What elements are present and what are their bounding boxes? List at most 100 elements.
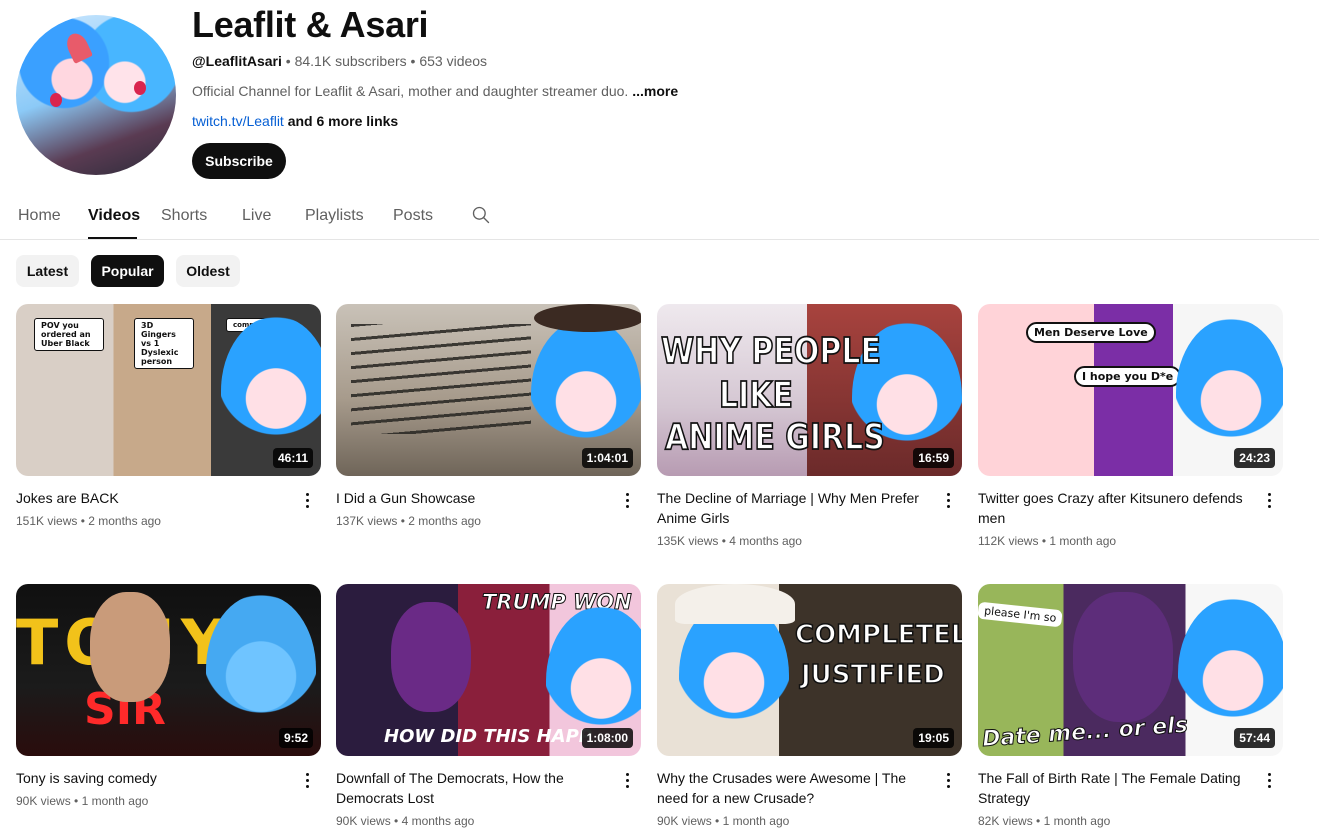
- kebab-menu-icon[interactable]: [1261, 490, 1277, 510]
- view-count: 135K views: [657, 534, 719, 548]
- stats-separator: •: [390, 814, 402, 828]
- stats-separator: •: [77, 514, 89, 528]
- search-icon[interactable]: [471, 205, 491, 225]
- video-title[interactable]: Twitter goes Crazy after Kitsunero defen…: [978, 488, 1248, 528]
- kebab-menu-icon[interactable]: [1261, 770, 1277, 790]
- video-card[interactable]: COMPLETELY JUSTIFIED 19:05 Why the Crusa…: [657, 584, 962, 828]
- upload-age: 1 month ago: [1049, 534, 1117, 548]
- video-thumbnail[interactable]: please I'm so Date me... or els 57:44: [978, 584, 1283, 756]
- tab-videos[interactable]: Videos: [88, 207, 140, 225]
- video-card[interactable]: TONY SIR 9:52 Tony is saving comedy 90K …: [16, 584, 321, 808]
- stats-separator: •: [718, 534, 730, 548]
- stats-separator: •: [711, 814, 723, 828]
- view-count: 112K views: [978, 534, 1039, 548]
- video-title[interactable]: Downfall of The Democrats, How the Democ…: [336, 768, 606, 808]
- avatar-eye: [50, 93, 62, 107]
- video-thumbnail[interactable]: WHY PEOPLE LIKE ANIME GIRLS 16:59: [657, 304, 962, 476]
- thumb-headline: WHY PEOPLE: [660, 330, 881, 374]
- view-count: 151K views: [16, 514, 78, 528]
- gun-wall-art: [351, 324, 531, 434]
- chip-latest[interactable]: Latest: [16, 255, 79, 287]
- upload-age: 2 months ago: [408, 514, 481, 528]
- chip-popular[interactable]: Popular: [91, 255, 164, 287]
- thumb-headline: JUSTIFIED: [800, 659, 945, 691]
- tab-posts[interactable]: Posts: [393, 207, 433, 225]
- view-count: 90K views: [336, 814, 391, 828]
- channel-tabs: Home Videos Shorts Live Playlists Posts: [0, 193, 1319, 240]
- channel-description[interactable]: Official Channel for Leaflit & Asari, mo…: [192, 83, 678, 99]
- video-thumbnail[interactable]: POV you ordered an Uber Black 3D Gingers…: [16, 304, 321, 476]
- twitch-link[interactable]: twitch.tv/Leaflit: [192, 113, 284, 129]
- person-face: [90, 592, 170, 702]
- tab-shorts[interactable]: Shorts: [161, 207, 207, 225]
- kebab-menu-icon[interactable]: [940, 770, 956, 790]
- video-title[interactable]: I Did a Gun Showcase: [336, 488, 606, 508]
- kebab-menu-icon[interactable]: [299, 490, 315, 510]
- upload-age: 1 month ago: [1043, 814, 1111, 828]
- thumb-caption: POV you ordered an Uber Black: [34, 318, 104, 351]
- video-stats: 90K views • 1 month ago: [16, 794, 321, 808]
- avatar-eye: [134, 81, 146, 95]
- video-thumbnail[interactable]: COMPLETELY JUSTIFIED 19:05: [657, 584, 962, 756]
- channel-handle: @LeaflitAsari: [192, 53, 282, 69]
- video-duration: 9:52: [278, 728, 313, 748]
- video-title[interactable]: The Fall of Birth Rate | The Female Dati…: [978, 768, 1248, 808]
- video-thumbnail[interactable]: 1:04:01: [336, 304, 641, 476]
- video-thumbnail[interactable]: TRUMP WON HOW DID THIS HAPP 1:08:00: [336, 584, 641, 756]
- video-stats: 82K views • 1 month ago: [978, 814, 1283, 828]
- thumb-headline: ANIME GIRLS: [664, 416, 885, 460]
- upload-age: 2 months ago: [88, 514, 161, 528]
- kebab-menu-icon[interactable]: [299, 770, 315, 790]
- more-links-button[interactable]: and 6 more links: [284, 113, 399, 129]
- view-count: 90K views: [657, 814, 712, 828]
- thumb-headline: COMPLETELY: [794, 619, 962, 651]
- video-duration: 1:04:01: [581, 448, 633, 468]
- video-card[interactable]: please I'm so Date me... or els 57:44 Th…: [978, 584, 1283, 828]
- speech-bubble: I hope you D*e: [1074, 366, 1182, 387]
- video-stats: 151K views • 2 months ago: [16, 514, 321, 528]
- description-text: Official Channel for Leaflit & Asari, mo…: [192, 83, 629, 99]
- tab-home[interactable]: Home: [18, 207, 61, 225]
- stats-separator: •: [1032, 814, 1044, 828]
- upload-age: 4 months ago: [729, 534, 802, 548]
- kebab-menu-icon[interactable]: [619, 770, 635, 790]
- video-title[interactable]: Why the Crusades were Awesome | The need…: [657, 768, 927, 808]
- video-title[interactable]: Jokes are BACK: [16, 488, 286, 508]
- vtuber-character: [221, 316, 321, 466]
- video-stats: 135K views • 4 months ago: [657, 534, 962, 548]
- video-title[interactable]: The Decline of Marriage | Why Men Prefer…: [657, 488, 927, 528]
- nun-veil: [675, 584, 795, 624]
- thumb-caption: 3D Gingers vs 1 Dyslexic person: [134, 318, 194, 369]
- kebab-menu-icon[interactable]: [940, 490, 956, 510]
- video-duration: 24:23: [1234, 448, 1275, 468]
- chip-oldest[interactable]: Oldest: [176, 255, 240, 287]
- kebab-menu-icon[interactable]: [619, 490, 635, 510]
- meta-separator: •: [406, 53, 420, 69]
- vtuber-character: [1178, 598, 1283, 748]
- description-more-button[interactable]: ...more: [632, 83, 678, 99]
- video-card[interactable]: 1:04:01 I Did a Gun Showcase 137K views …: [336, 304, 641, 528]
- video-thumbnail[interactable]: TONY SIR 9:52: [16, 584, 321, 756]
- stats-separator: •: [70, 794, 82, 808]
- video-card[interactable]: POV you ordered an Uber Black 3D Gingers…: [16, 304, 321, 528]
- video-card[interactable]: Men Deserve Love I hope you D*e 24:23 Tw…: [978, 304, 1283, 548]
- view-count: 137K views: [336, 514, 398, 528]
- video-card[interactable]: WHY PEOPLE LIKE ANIME GIRLS 16:59 The De…: [657, 304, 962, 548]
- stats-separator: •: [1038, 534, 1050, 548]
- channel-name: Leaflit & Asari: [192, 4, 429, 45]
- video-duration: 57:44: [1234, 728, 1275, 748]
- video-card[interactable]: TRUMP WON HOW DID THIS HAPP 1:08:00 Down…: [336, 584, 641, 828]
- video-stats: 112K views • 1 month ago: [978, 534, 1283, 548]
- view-count: 82K views: [978, 814, 1033, 828]
- tab-playlists[interactable]: Playlists: [305, 207, 364, 225]
- vtuber-character: [531, 319, 641, 469]
- person-hair: [391, 602, 471, 712]
- video-thumbnail[interactable]: Men Deserve Love I hope you D*e 24:23: [978, 304, 1283, 476]
- video-stats: 90K views • 4 months ago: [336, 814, 641, 828]
- subscribe-button[interactable]: Subscribe: [192, 143, 286, 179]
- channel-avatar[interactable]: [16, 15, 176, 175]
- tab-live[interactable]: Live: [242, 207, 271, 225]
- thumb-headline: LIKE: [718, 374, 794, 418]
- video-duration: 16:59: [913, 448, 954, 468]
- video-title[interactable]: Tony is saving comedy: [16, 768, 286, 788]
